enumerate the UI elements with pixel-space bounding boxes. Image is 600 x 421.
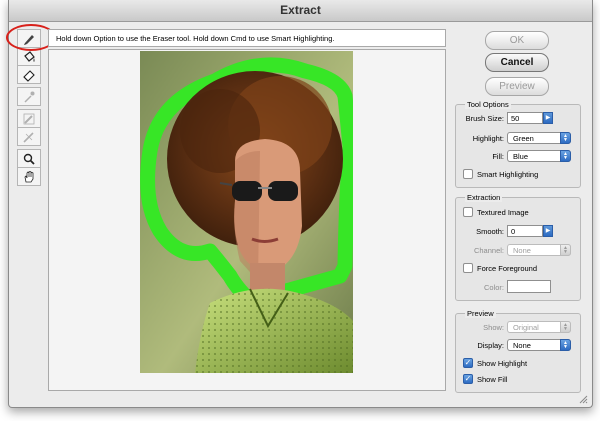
cleanup-tool xyxy=(17,109,41,128)
smart-highlighting-label: Smart Highlighting xyxy=(477,170,539,179)
show-highlight-label: Show Highlight xyxy=(477,359,528,368)
instruction-text: Hold down Option to use the Eraser tool.… xyxy=(48,29,446,47)
cancel-button[interactable]: Cancel xyxy=(485,53,549,72)
preview-title: Preview xyxy=(465,309,496,318)
highlight-color-select[interactable]: Green ▲ ▼ xyxy=(507,132,571,144)
updown-arrows-icon: ▲ ▼ xyxy=(560,150,571,162)
triangle-right-icon: ▶ xyxy=(545,228,551,234)
magnifier-icon xyxy=(23,153,35,165)
display-value: None xyxy=(513,341,531,350)
preview-photo[interactable] xyxy=(140,51,353,373)
channel-select: None ▲ ▼ xyxy=(507,244,571,256)
fill-label: Fill: xyxy=(492,152,504,161)
triangle-right-icon: ▶ xyxy=(545,115,551,121)
preview-group: Preview Show: Original ▲ ▼ Display: None ▲ ▼… xyxy=(455,309,581,393)
title-bar[interactable]: Extract xyxy=(9,0,592,22)
checkmark-icon: ✓ xyxy=(464,358,472,367)
updown-arrows-icon: ▲ ▼ xyxy=(560,244,571,256)
extraction-group: Extraction Textured Image Smooth: 0 ▶ Ch… xyxy=(455,193,581,301)
highlight-color-value: Green xyxy=(513,134,534,143)
smart-highlighting-checkbox[interactable] xyxy=(463,169,473,179)
window-title: Extract xyxy=(280,3,321,17)
hand-icon xyxy=(24,170,34,182)
resize-grip-icon[interactable] xyxy=(578,394,588,404)
paint-bucket-icon xyxy=(24,50,35,62)
show-label: Show: xyxy=(483,323,504,332)
tool-options-group: Tool Options Brush Size: 50 ▶ Highlight:… xyxy=(455,100,581,188)
show-value: Original xyxy=(513,323,539,332)
eyedropper-icon xyxy=(24,91,35,103)
hand-tool[interactable] xyxy=(17,167,41,186)
eyedropper-tool xyxy=(17,87,41,106)
show-highlight-checkbox[interactable]: ✓ xyxy=(463,358,473,368)
force-foreground-checkbox[interactable] xyxy=(463,263,473,273)
eraser-icon xyxy=(23,69,35,82)
brush-size-label: Brush Size: xyxy=(465,114,504,123)
eraser-tool[interactable] xyxy=(17,65,41,84)
cleanup-icon xyxy=(23,113,35,124)
fill-color-select[interactable]: Blue ▲ ▼ xyxy=(507,150,571,162)
tool-options-title: Tool Options xyxy=(465,100,511,109)
show-fill-checkbox[interactable]: ✓ xyxy=(463,374,473,384)
ok-button[interactable]: OK xyxy=(485,31,549,50)
channel-label: Channel: xyxy=(473,246,504,255)
edge-touchup-icon xyxy=(23,131,34,143)
display-label: Display: xyxy=(477,341,504,350)
updown-arrows-icon: ▲ ▼ xyxy=(560,339,571,351)
textured-image-label: Textured Image xyxy=(477,208,529,217)
fill-color-value: Blue xyxy=(513,152,529,161)
highlight-label: Highlight: xyxy=(472,134,504,143)
foreground-color-swatch[interactable] xyxy=(507,280,551,293)
smooth-input[interactable]: 0 xyxy=(507,225,543,237)
textured-image-checkbox[interactable] xyxy=(463,207,473,217)
zoom-tool[interactable] xyxy=(17,149,41,168)
smooth-slider-button[interactable]: ▶ xyxy=(543,225,553,237)
updown-arrows-icon: ▲ ▼ xyxy=(560,132,571,144)
show-select: Original ▲ ▼ xyxy=(507,321,571,333)
force-foreground-label: Force Foreground xyxy=(477,264,538,273)
checkmark-icon: ✓ xyxy=(464,374,472,383)
extraction-title: Extraction xyxy=(465,193,503,202)
display-select[interactable]: None ▲ ▼ xyxy=(507,339,571,351)
show-fill-label: Show Fill xyxy=(477,375,508,384)
color-label: Color: xyxy=(483,283,504,292)
updown-arrows-icon: ▲ ▼ xyxy=(560,321,571,333)
edge-touchup-tool xyxy=(17,127,41,146)
smooth-label: Smooth: xyxy=(476,227,504,236)
brush-size-slider-button[interactable]: ▶ xyxy=(543,112,553,124)
brush-size-input[interactable]: 50 xyxy=(507,112,543,124)
channel-value: None xyxy=(513,246,531,255)
preview-button[interactable]: Preview xyxy=(485,77,549,96)
